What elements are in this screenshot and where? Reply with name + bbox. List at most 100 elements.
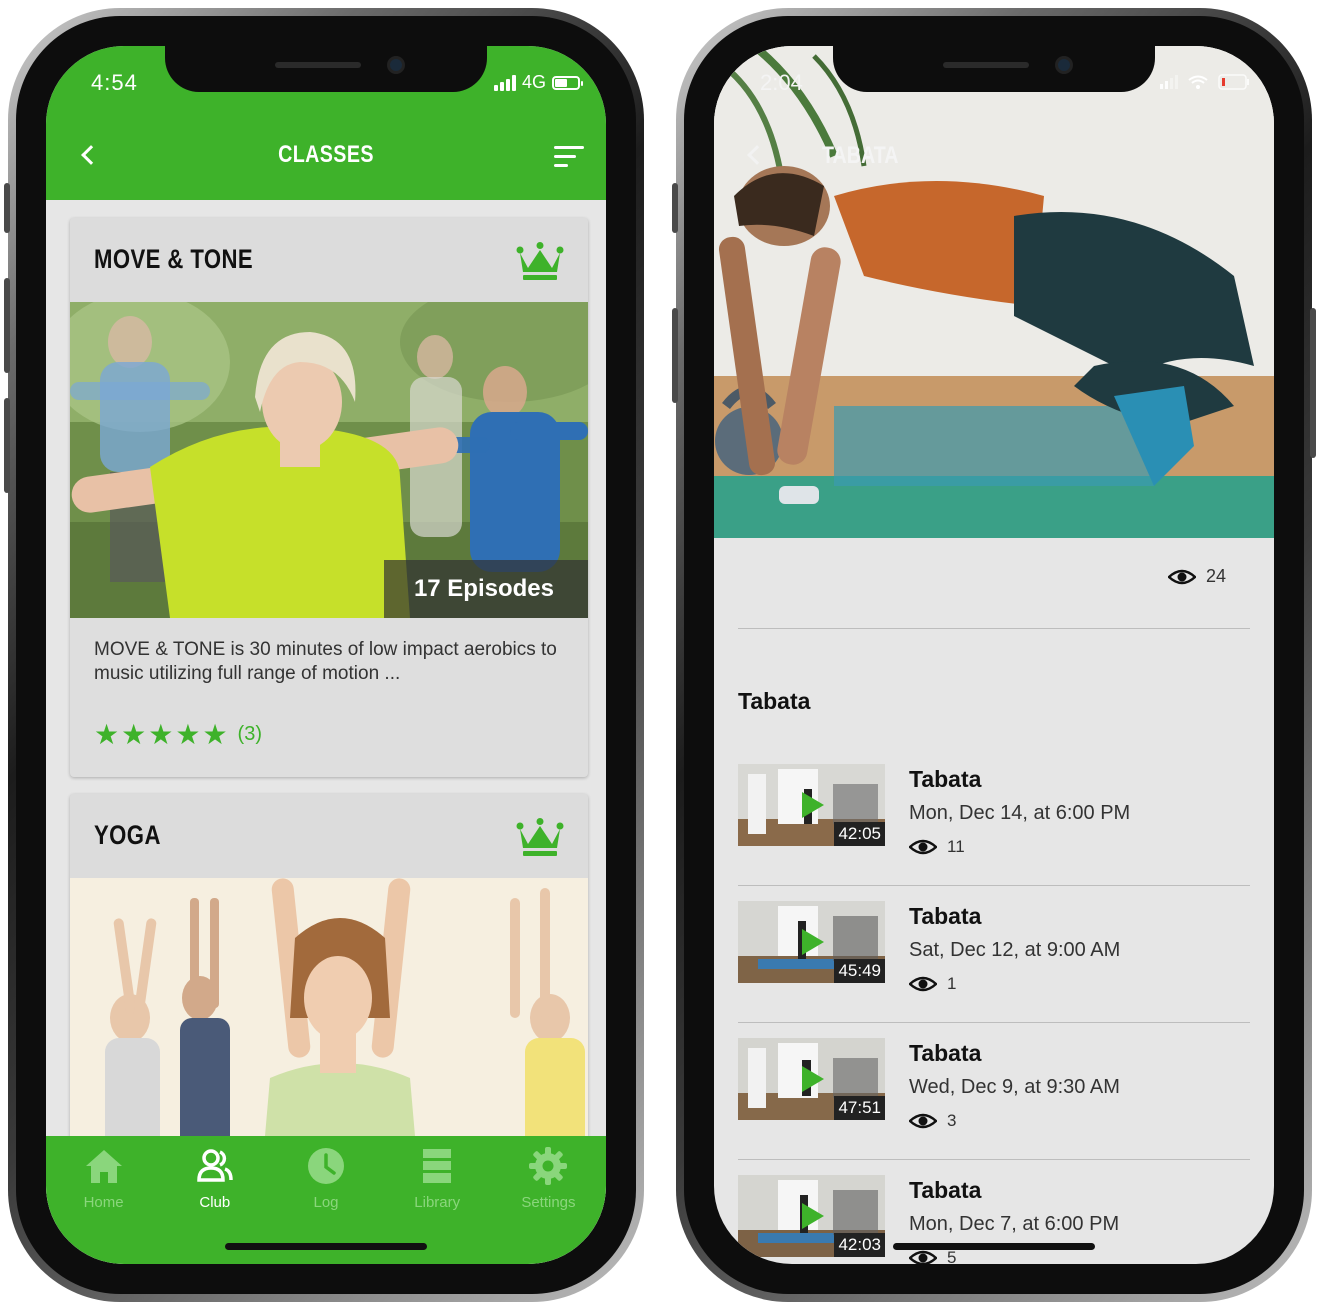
notch (165, 46, 487, 92)
gear-icon (529, 1147, 568, 1185)
crown-icon (516, 242, 564, 280)
view-count: 3 (947, 1111, 957, 1130)
battery-icon (1218, 74, 1249, 90)
episode-duration: 45:49 (834, 959, 885, 983)
back-button[interactable] (742, 142, 768, 168)
section-title: Tabata (738, 688, 811, 714)
tab-settings[interactable]: Settings (493, 1136, 604, 1264)
eye-icon (909, 839, 937, 855)
episode-item[interactable]: 42:03 Tabata Mon, Dec 7, at 6:00 PM 5 (738, 1175, 1250, 1264)
divider (738, 1159, 1250, 1160)
view-count: 11 (947, 837, 965, 856)
episode-date: Mon, Dec 14, at 6:00 PM (909, 802, 1131, 824)
tab-label: Home (83, 1194, 124, 1211)
tabata-screen: 2:04 TABATA 24 Tabata 42:05 Tabata Mon, … (714, 46, 1274, 1264)
sort-filter-button[interactable] (554, 146, 584, 168)
episode-duration: 47:51 (834, 1096, 885, 1120)
mute-switch (672, 183, 678, 233)
episode-views: 3 (909, 1111, 956, 1131)
rating-count: (3) (237, 723, 262, 745)
episode-views: 5 (909, 1248, 956, 1264)
signal-icon (493, 74, 516, 91)
volume-up-button (672, 308, 678, 403)
star-icon: ★ (94, 719, 120, 750)
tab-label: Club (199, 1194, 231, 1211)
status-time: 4:54 (91, 70, 138, 95)
crown-icon (516, 818, 564, 856)
phone-frame-right: 2:04 TABATA 24 Tabata 42:05 Tabata Mon, … (672, 8, 1316, 1302)
star-icon: ★ (121, 719, 147, 750)
episode-date: Wed, Dec 9, at 9:30 AM (909, 1076, 1120, 1098)
notch (833, 46, 1155, 92)
status-indicators (1160, 74, 1250, 90)
class-description: MOVE & TONE is 30 minutes of low impact … (94, 639, 557, 684)
play-icon (802, 1066, 824, 1092)
class-view-count: 24 (1167, 566, 1226, 587)
episode-date: Mon, Dec 7, at 6:00 PM (909, 1213, 1120, 1235)
divider (738, 1022, 1250, 1023)
episode-duration: 42:05 (834, 822, 885, 846)
episode-title: Tabata (909, 1040, 982, 1066)
episode-item[interactable]: 42:05 Tabata Mon, Dec 14, at 6:00 PM 11 (738, 764, 1250, 901)
class-card-move-tone[interactable]: MOVE & TONE 17 Episodes MOVE & TONE is 3… (70, 218, 588, 777)
episode-thumbnail[interactable]: 45:49 (738, 901, 885, 983)
episode-duration: 42:03 (834, 1233, 885, 1257)
episode-title: Tabata (909, 903, 982, 929)
phone-frame-left: 4:54 4G CLASSES MOVE & TONE 17 Episodes … (4, 8, 644, 1302)
class-list[interactable]: MOVE & TONE 17 Episodes MOVE & TONE is 3… (46, 200, 606, 1264)
star-icon: ★ (148, 719, 174, 750)
episode-thumbnail[interactable]: 47:51 (738, 1038, 885, 1120)
home-indicator (225, 1243, 427, 1250)
episode-item[interactable]: 47:51 Tabata Wed, Dec 9, at 9:30 AM 3 (738, 1038, 1250, 1175)
play-icon (802, 1203, 824, 1229)
tab-home[interactable]: Home (48, 1136, 159, 1264)
signal-icon (1160, 75, 1178, 89)
play-icon (802, 929, 824, 955)
status-indicators: 4G (493, 72, 583, 93)
class-photo-move-tone[interactable]: 17 Episodes (70, 302, 588, 618)
star-rating: ★ ★ ★ ★ ★ (3) (70, 706, 588, 777)
view-count: 1 (947, 974, 957, 993)
episode-item[interactable]: 45:49 Tabata Sat, Dec 12, at 9:00 AM 1 (738, 901, 1250, 1038)
battery-icon (552, 75, 583, 90)
episode-title: Tabata (909, 766, 982, 792)
tabata-photo (714, 46, 1274, 538)
clock-icon (308, 1148, 344, 1184)
episode-title: Tabata (909, 1177, 982, 1203)
star-icon: ★ (202, 719, 228, 750)
classes-screen: 4:54 4G CLASSES MOVE & TONE 17 Episodes … (46, 46, 606, 1264)
view-count: 24 (1205, 566, 1226, 586)
episode-thumbnail[interactable]: 42:05 (738, 764, 885, 846)
volume-down-button (4, 398, 10, 493)
network-label: 4G (521, 72, 546, 92)
status-time: 2:04 (760, 70, 803, 95)
divider (738, 885, 1250, 886)
play-icon (802, 792, 824, 818)
episode-date: Sat, Dec 12, at 9:00 AM (909, 939, 1121, 961)
star-icon: ★ (175, 719, 201, 750)
page-title: TABATA (822, 142, 899, 169)
class-title: MOVE & TONE (94, 244, 254, 274)
club-icon (197, 1149, 233, 1182)
view-count: 5 (947, 1248, 957, 1264)
divider (738, 628, 1250, 629)
page-title: CLASSES (278, 141, 374, 168)
card-header: YOGA (70, 794, 588, 878)
home-indicator (893, 1243, 1095, 1250)
episode-views: 1 (909, 974, 956, 994)
class-hero-image (714, 46, 1274, 538)
library-icon (423, 1149, 452, 1183)
home-icon (85, 1150, 122, 1183)
mute-switch (4, 183, 10, 233)
episode-views: 11 (909, 837, 965, 857)
class-card-yoga[interactable]: YOGA (70, 794, 588, 1194)
class-title: YOGA (94, 820, 161, 850)
episodes-badge: 17 Episodes (383, 560, 588, 618)
eye-icon (1167, 569, 1196, 584)
card-header: MOVE & TONE (70, 218, 588, 302)
episode-thumbnail[interactable]: 42:03 (738, 1175, 885, 1257)
wifi-icon (1188, 75, 1208, 89)
tab-label: Library (414, 1194, 461, 1211)
power-button (1310, 308, 1316, 458)
eye-icon (909, 976, 937, 992)
